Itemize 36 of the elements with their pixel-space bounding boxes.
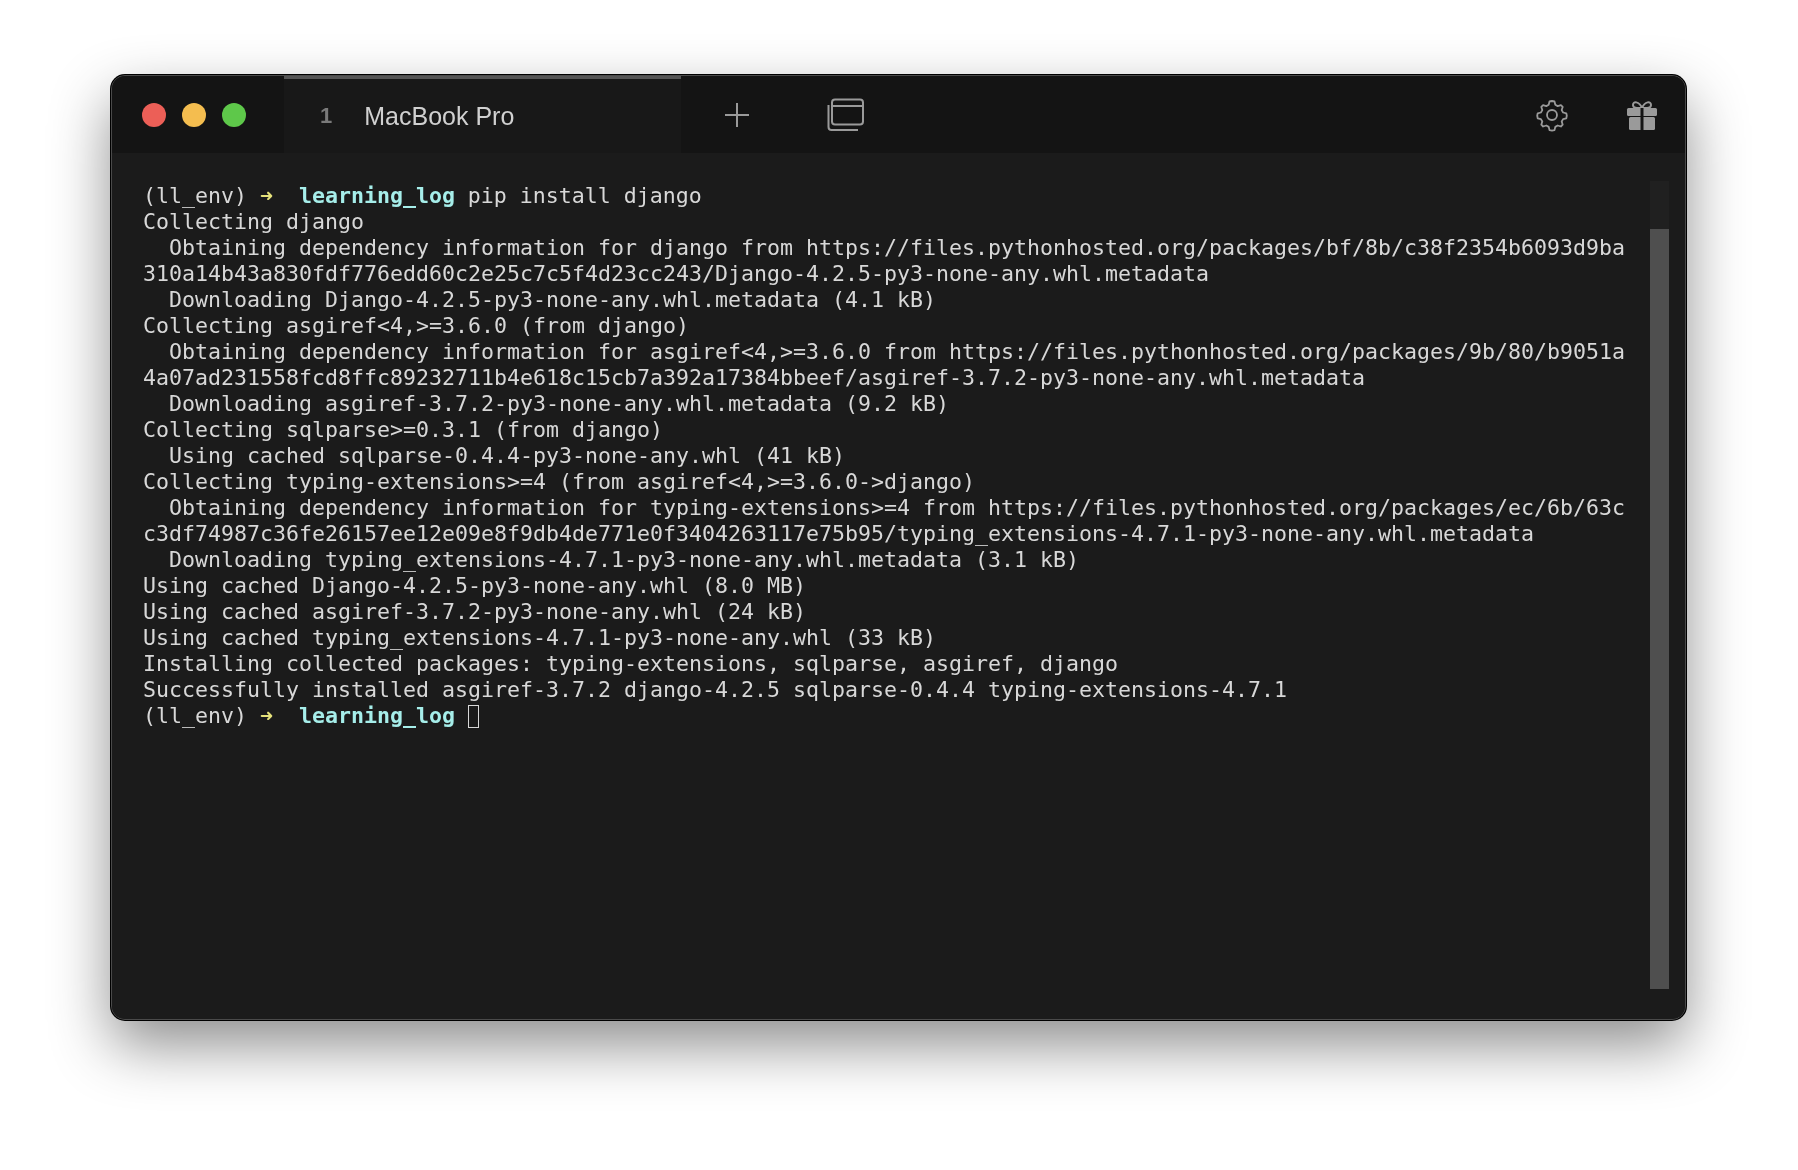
prompt-directory: learning_log <box>298 183 455 209</box>
window-icon[interactable] <box>827 97 865 132</box>
output-line: Downloading asgiref-3.7.2-py3-none-any.whl.metadata (9.2 kB) <box>168 391 951 417</box>
output-line: Collecting asgiref<4,>=3.6.0 (from django) <box>143 313 691 339</box>
output-line: 4a07ad231558fcd8ffc89232711b4e618c15cb7a392a17384bbeef/asgiref-3.7.2-py3-none-any.whl.metadata <box>143 365 1367 391</box>
output-line: Using cached asgiref-3.7.2-py3-none-any.whl (24 kB) <box>143 599 808 625</box>
new-tab-icon[interactable] <box>723 100 751 129</box>
output-line: Collecting django <box>143 209 365 235</box>
command-text: pip install django <box>467 183 702 209</box>
prompt-env: (ll_env) <box>143 703 247 729</box>
output-line: Collecting typing-extensions>=4 (from asgiref<4,>=3.6.0->django) <box>143 469 977 495</box>
output-line: Installing collected packages: typing-extensions, sqlparse, asgiref, django <box>143 651 1120 677</box>
tab-number: 1 <box>320 103 333 129</box>
output-line: Downloading Django-4.2.5-py3-none-any.whl.metadata (4.1 kB) <box>168 287 938 313</box>
close-button[interactable] <box>142 102 166 127</box>
output-line: Obtaining dependency information for asgiref<4,>=3.6.0 from https://files.pythonhosted.org/packages/9b/80/b9051a <box>168 339 1627 365</box>
output-line: Using cached sqlparse-0.4.4-py3-none-any.whl (41 kB) <box>168 443 847 469</box>
output-line: Using cached typing_extensions-4.7.1-py3-none-any.whl (33 kB) <box>143 625 938 651</box>
output-line: Collecting sqlparse>=0.3.1 (from django) <box>143 417 665 443</box>
output-line: Obtaining dependency information for typing-extensions>=4 from https://files.pythonhosted.org/packages/ec/6b/63c <box>168 495 1627 521</box>
output-line: Successfully installed asgiref-3.7.2 django-4.2.5 sqlparse-0.4.4 typing-extensions-4.7.1 <box>143 677 1289 703</box>
output-line: Obtaining dependency information for django from https://files.pythonhosted.org/packages/bf/8b/c38f2354b6093d9ba <box>168 235 1627 261</box>
output-line: 310a14b43a830fdf776edd60c2e25c7c5f4d23cc243/Django-4.2.5-py3-none-any.whl.metadata <box>143 261 1211 287</box>
prompt-directory: learning_log <box>298 703 455 729</box>
tab-title: MacBook Pro <box>364 101 515 131</box>
tab[interactable]: 1 MacBook Pro <box>284 76 681 153</box>
settings-icon[interactable] <box>1535 97 1569 132</box>
gift-icon[interactable] <box>1625 98 1659 131</box>
output-line: c3df74987c36fe26157ee12e09e8f9db4de771e0f3404263117e75b95/typing_extensions-4.7.1-py3-none-any.whl.metadata <box>143 521 1536 547</box>
zoom-button[interactable] <box>222 102 246 127</box>
output-line: Downloading typing_extensions-4.7.1-py3-none-any.whl.metadata (3.1 kB) <box>168 547 1081 573</box>
minimize-button[interactable] <box>182 102 206 127</box>
prompt-env: (ll_env) <box>143 183 247 209</box>
output-line: Using cached Django-4.2.5-py3-none-any.whl (8.0 MB) <box>143 573 808 599</box>
prompt-arrow: ➜ <box>259 183 273 209</box>
prompt-arrow: ➜ <box>259 703 273 729</box>
